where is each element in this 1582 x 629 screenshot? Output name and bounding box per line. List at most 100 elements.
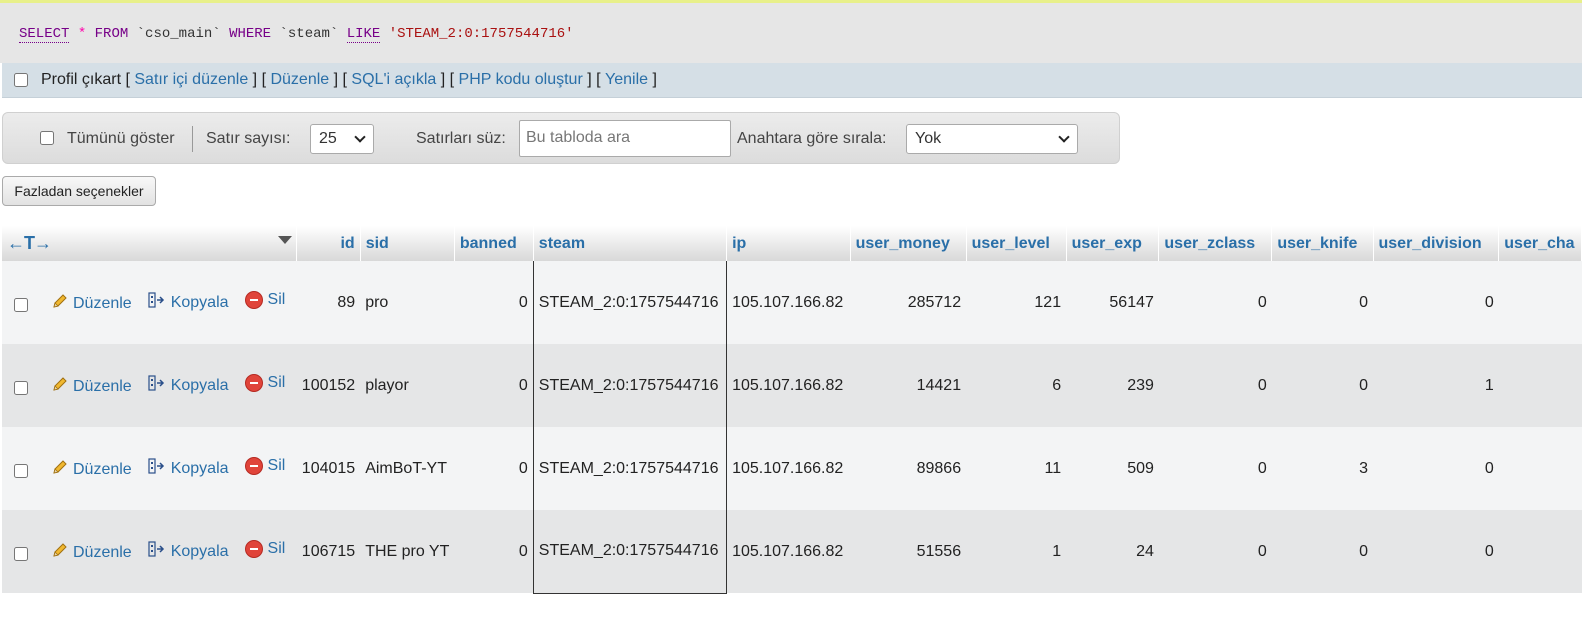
cell-user-money[interactable]: 89866	[850, 427, 967, 510]
cell-steam[interactable]: STEAM_2:0:1757544716	[532, 510, 728, 594]
cell-ip[interactable]: 105.107.166.82	[726, 427, 851, 510]
column-header-banned[interactable]: banned	[454, 226, 534, 261]
filter-rows-input[interactable]: Bu tabloda ara	[519, 120, 731, 157]
refresh-link[interactable]: Yenile	[605, 71, 648, 89]
cell-ip[interactable]: 105.107.166.82	[726, 261, 851, 344]
cell-user-division[interactable]: 1	[1373, 344, 1499, 427]
cell-sid[interactable]: AimBoT-YT	[360, 427, 455, 510]
row-edit-link[interactable]: Düzenle	[52, 376, 132, 397]
cell-user-money[interactable]: 285712	[850, 261, 967, 344]
sort-by-key-select[interactable]: Yok	[906, 124, 1078, 154]
cell-user-division[interactable]: 0	[1373, 510, 1499, 593]
cell-user-zclass[interactable]: 0	[1158, 261, 1272, 344]
sql-like-keyword[interactable]: LIKE	[346, 26, 381, 43]
cell-user-knife[interactable]: 3	[1271, 427, 1373, 510]
row-edit-link[interactable]: Düzenle	[52, 459, 132, 480]
row-delete-link[interactable]: Sil	[244, 540, 285, 558]
column-header-ip[interactable]: ip	[726, 226, 851, 261]
row-copy-link[interactable]: Kopyala	[148, 457, 229, 480]
cell-banned[interactable]: 0	[454, 344, 534, 427]
row-checkbox[interactable]	[14, 297, 28, 312]
create-php-code-link[interactable]: PHP kodu oluştur	[459, 71, 583, 89]
edit-label: Düzenle	[73, 460, 132, 478]
row-checkbox[interactable]	[14, 546, 28, 561]
column-header-user-knife[interactable]: user_knife	[1271, 226, 1374, 261]
sql-select-keyword[interactable]: SELECT	[19, 26, 70, 43]
row-count-select[interactable]: 25	[310, 124, 374, 154]
column-header-user-exp[interactable]: user_exp	[1066, 226, 1160, 261]
column-header-user-level[interactable]: user_level	[966, 226, 1067, 261]
column-header-id[interactable]: id	[296, 226, 361, 261]
more-options-button[interactable]: Fazladan seçenekler	[2, 176, 156, 206]
cell-user-knife[interactable]: 0	[1271, 261, 1373, 344]
row-delete-link[interactable]: Sil	[244, 457, 285, 475]
cell-user-cha[interactable]	[1498, 261, 1582, 344]
cell-user-zclass[interactable]: 0	[1158, 344, 1272, 427]
column-header-user-division[interactable]: user_division	[1373, 226, 1500, 261]
cell-user-exp[interactable]: 509	[1066, 427, 1159, 510]
cell-user-knife[interactable]: 0	[1271, 344, 1373, 427]
cell-banned[interactable]: 0	[454, 261, 534, 344]
cell-user-division[interactable]: 0	[1373, 261, 1499, 344]
edit-label: Düzenle	[73, 377, 132, 395]
cell-user-exp[interactable]: 56147	[1066, 261, 1159, 344]
row-checkbox[interactable]	[14, 463, 28, 478]
cell-user-zclass[interactable]: 0	[1158, 427, 1272, 510]
cell-id[interactable]: 104015	[296, 427, 361, 510]
cell-user-level[interactable]: 121	[966, 261, 1067, 344]
sort-options-icon[interactable]	[278, 236, 292, 244]
column-header-user-cha[interactable]: user_cha	[1498, 226, 1582, 261]
profile-checkbox[interactable]	[14, 73, 28, 87]
cell-user-exp[interactable]: 239	[1066, 344, 1159, 427]
column-arrows-icon[interactable]: ←T→	[7, 233, 52, 253]
cell-sid[interactable]: pro	[360, 261, 455, 344]
cell-user-level[interactable]: 11	[966, 427, 1067, 510]
row-copy-link[interactable]: Kopyala	[148, 540, 229, 563]
row-copy-link[interactable]: Kopyala	[148, 291, 229, 314]
column-header-sid[interactable]: sid	[360, 226, 455, 261]
cell-sid[interactable]: playor	[360, 344, 455, 427]
cell-user-cha[interactable]	[1498, 344, 1582, 427]
cell-user-division[interactable]: 0	[1373, 427, 1499, 510]
cell-banned[interactable]: 0	[454, 427, 534, 510]
cell-user-cha[interactable]	[1498, 427, 1582, 510]
cell-id[interactable]: 89	[296, 261, 361, 344]
cell-id[interactable]: 100152	[296, 344, 361, 427]
cell-user-knife[interactable]: 0	[1271, 510, 1373, 593]
cell-user-money[interactable]: 51556	[850, 510, 967, 593]
chevron-down-icon	[1058, 131, 1070, 143]
cell-user-zclass[interactable]: 0	[1158, 510, 1272, 593]
row-copy-link[interactable]: Kopyala	[148, 374, 229, 397]
navigation-panel: Tümünü göster Satır sayısı: 25 Satırları…	[2, 112, 1120, 164]
cell-user-level[interactable]: 6	[966, 344, 1067, 427]
explain-sql-link[interactable]: SQL'i açıkla	[351, 71, 436, 89]
cell-banned[interactable]: 0	[454, 510, 534, 593]
row-actions: Düzenle Kopyala Sil	[2, 510, 297, 593]
row-edit-link[interactable]: Düzenle	[52, 542, 132, 563]
column-header-user-money[interactable]: user_money	[850, 226, 967, 261]
column-header-steam[interactable]: steam	[532, 226, 728, 261]
row-edit-link[interactable]: Düzenle	[52, 293, 132, 314]
show-all-checkbox[interactable]	[40, 131, 54, 145]
copy-label: Kopyala	[170, 459, 229, 477]
cell-user-cha[interactable]	[1498, 510, 1582, 593]
cell-user-level[interactable]: 1	[966, 510, 1067, 593]
cell-sid[interactable]: THE pro YT	[360, 510, 455, 593]
cell-steam[interactable]: STEAM_2:0:1757544716	[532, 261, 728, 344]
row-delete-link[interactable]: Sil	[244, 291, 285, 309]
row-delete-link[interactable]: Sil	[244, 374, 285, 392]
cell-id[interactable]: 106715	[296, 510, 361, 593]
cell-steam[interactable]: STEAM_2:0:1757544716	[532, 427, 728, 510]
cell-user-exp[interactable]: 24	[1066, 510, 1159, 593]
sql-column-name: `steam`	[279, 26, 339, 42]
profile-label: Profil çıkart	[41, 71, 122, 88]
edit-label: Düzenle	[73, 543, 132, 561]
column-header-user-zclass[interactable]: user_zclass	[1158, 226, 1273, 261]
row-checkbox[interactable]	[14, 380, 28, 395]
cell-user-money[interactable]: 14421	[850, 344, 967, 427]
cell-ip[interactable]: 105.107.166.82	[726, 344, 851, 427]
inline-edit-link[interactable]: Satır içi düzenle	[134, 71, 248, 89]
edit-query-link[interactable]: Düzenle	[270, 71, 329, 89]
cell-steam[interactable]: STEAM_2:0:1757544716	[532, 344, 728, 427]
cell-ip[interactable]: 105.107.166.82	[726, 510, 851, 593]
